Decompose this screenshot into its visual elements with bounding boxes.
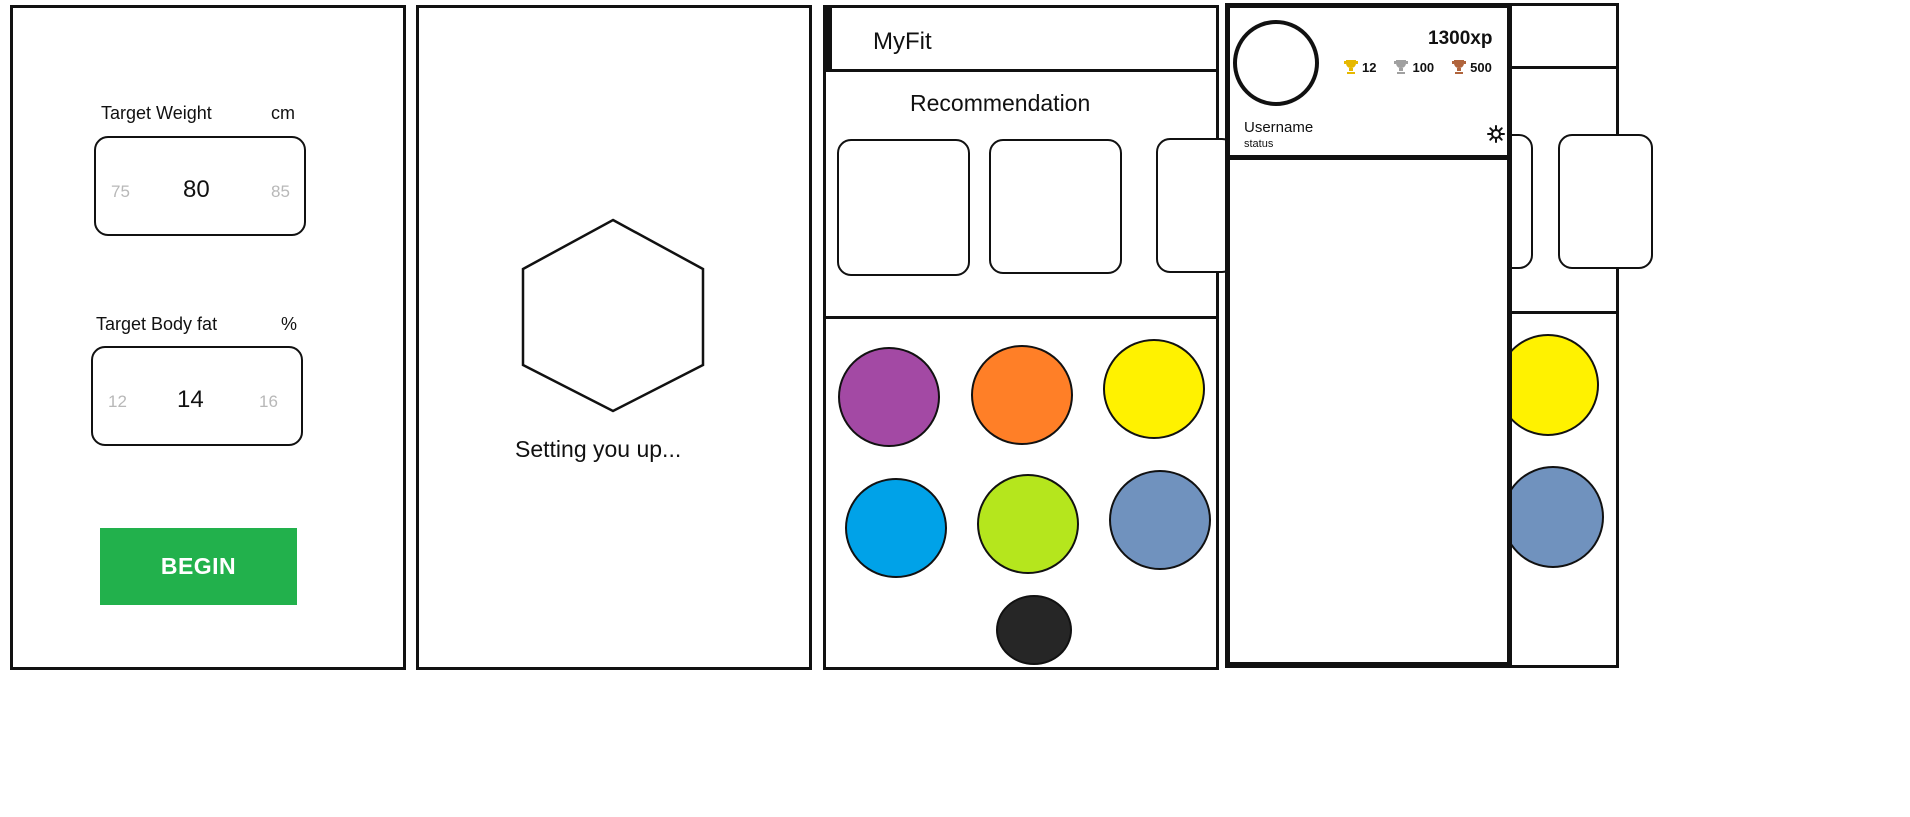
target-weight-picker[interactable]: 75 80 85 [94, 136, 306, 236]
weight-prev-value[interactable]: 75 [111, 182, 130, 202]
recommendation-card[interactable] [989, 139, 1122, 274]
trophy-silver: 100 [1393, 59, 1434, 75]
profile-header-divider [1230, 155, 1507, 160]
target-bodyfat-picker[interactable]: 12 14 16 [91, 346, 303, 446]
silver-trophy-count: 100 [1412, 59, 1435, 75]
gold-trophy-icon [1344, 60, 1358, 74]
category-yellow[interactable] [1497, 334, 1599, 436]
xp-total: 1300xp [1428, 28, 1493, 49]
weight-next-value[interactable]: 85 [271, 182, 290, 202]
loading-screen: Setting you up... [416, 5, 812, 670]
category-black[interactable] [996, 595, 1072, 665]
category-purple[interactable] [838, 347, 940, 447]
trophy-row: 12 100 500 [1343, 59, 1492, 75]
trophy-gold: 12 [1343, 59, 1376, 75]
hexagon-loader-icon [521, 218, 705, 413]
app-title: MyFit [873, 28, 932, 55]
bodyfat-selected-value[interactable]: 14 [177, 386, 204, 414]
header-left-border [826, 8, 832, 72]
setup-screen: Target Weight cm 75 80 85 Target Body fa… [10, 5, 406, 670]
silver-trophy-icon [1394, 60, 1409, 74]
trophy-bronze: 500 [1451, 59, 1492, 75]
bodyfat-next-value[interactable]: 16 [259, 392, 278, 412]
bodyfat-prev-value[interactable]: 12 [108, 392, 127, 412]
category-steel-blue[interactable] [1109, 470, 1211, 570]
avatar[interactable] [1233, 20, 1319, 106]
bronze-trophy-icon [1452, 60, 1467, 74]
begin-button[interactable]: BEGIN [100, 528, 297, 605]
gear-icon[interactable] [1487, 125, 1505, 143]
recommendation-card[interactable] [837, 139, 970, 276]
category-yellow[interactable] [1103, 339, 1205, 439]
target-weight-unit: cm [271, 103, 295, 123]
username: Username [1244, 119, 1314, 136]
loading-text: Setting you up... [515, 436, 682, 462]
target-bodyfat-unit: % [281, 314, 298, 334]
weight-selected-value[interactable]: 80 [183, 176, 210, 204]
category-orange[interactable] [971, 345, 1073, 445]
recommendation-card[interactable] [1558, 134, 1653, 269]
recommendation-card[interactable] [1156, 138, 1236, 273]
profile-drawer: 1300xp 12 100 500 Username status [1225, 3, 1512, 667]
header-divider [826, 69, 1216, 72]
target-weight-label: Target Weight [101, 103, 212, 123]
section-divider [826, 316, 1216, 319]
category-lime[interactable] [977, 474, 1079, 574]
category-steel-blue[interactable] [1502, 466, 1604, 568]
recommendation-title: Recommendation [910, 90, 1091, 116]
home-screen: MyFit Recommendation [823, 5, 1236, 670]
category-blue[interactable] [845, 478, 947, 578]
bronze-trophy-count: 500 [1470, 59, 1492, 75]
target-bodyfat-label: Target Body fat [96, 314, 218, 334]
user-status: status [1244, 138, 1274, 150]
gold-trophy-count: 12 [1362, 59, 1377, 75]
